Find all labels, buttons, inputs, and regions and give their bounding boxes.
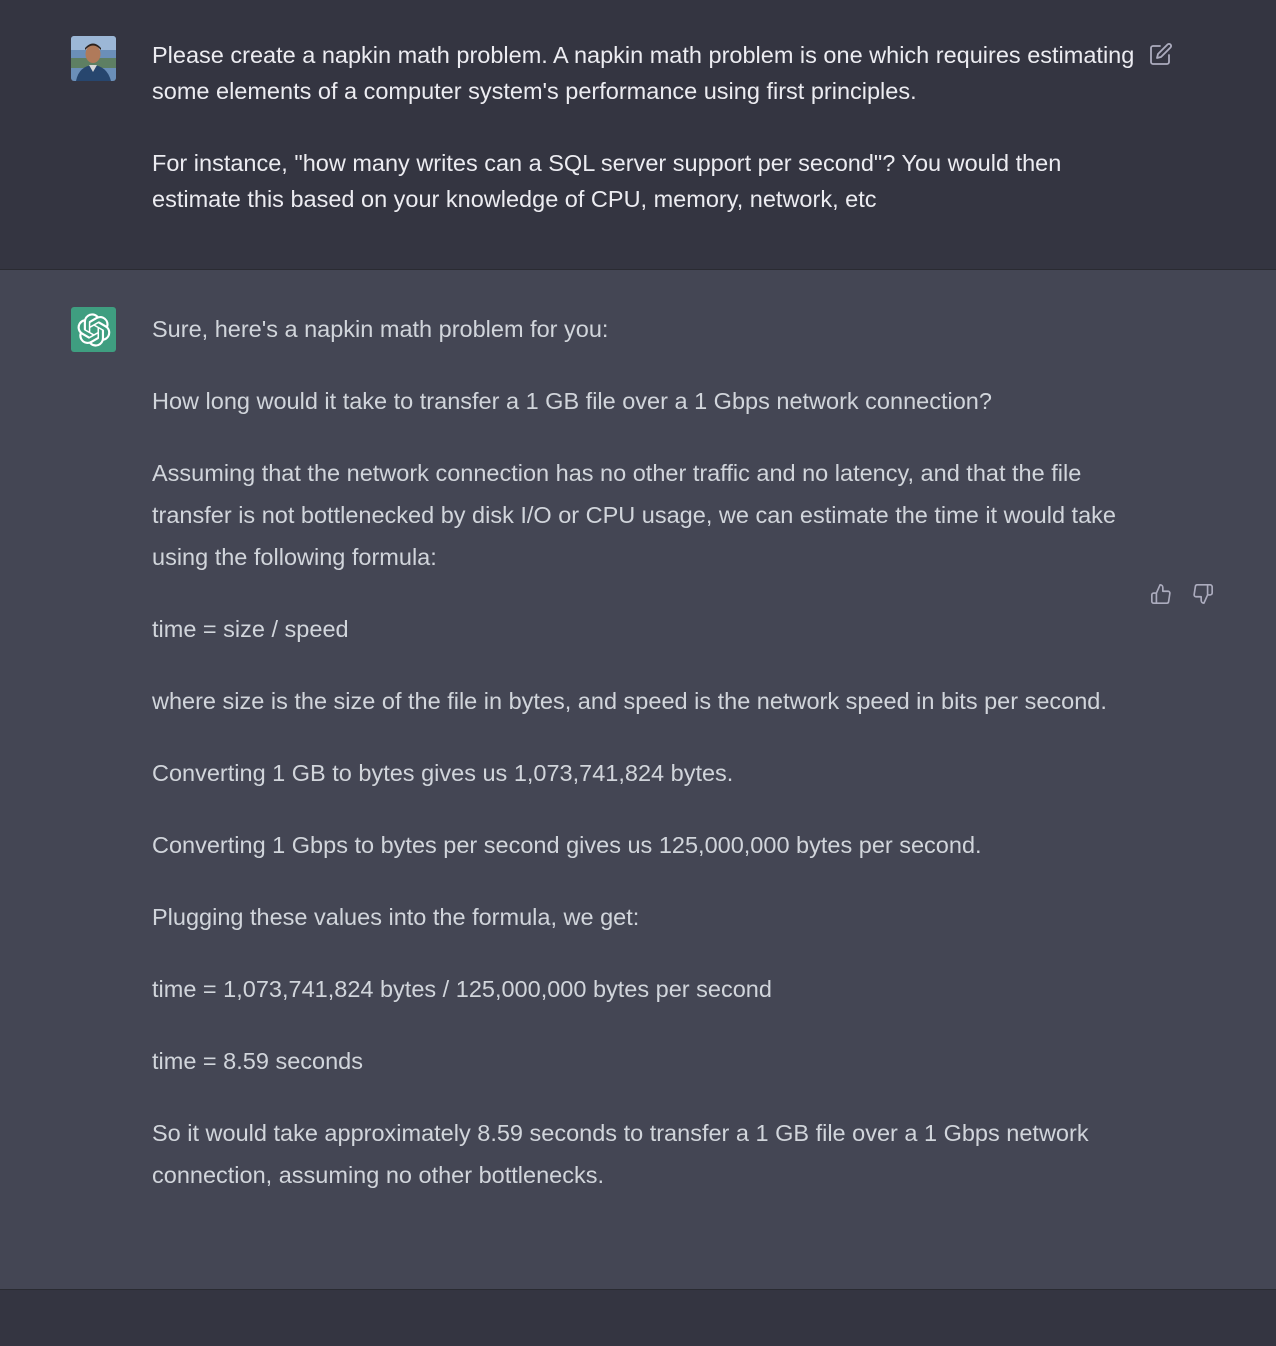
user-avatar <box>71 36 116 81</box>
user-paragraph: Please create a napkin math problem. A n… <box>152 42 1135 104</box>
assistant-paragraph: where size is the size of the file in by… <box>152 688 1107 714</box>
user-paragraph: For instance, "how many writes can a SQL… <box>152 150 1062 212</box>
edit-icon <box>1150 43 1172 65</box>
assistant-paragraph: So it would take approximately 8.59 seco… <box>152 1120 1089 1188</box>
conversation-bottom-spacer <box>0 1290 1276 1346</box>
thumbs-down-button[interactable] <box>1190 581 1216 607</box>
assistant-paragraph: time = 8.59 seconds <box>152 1048 363 1074</box>
user-message-text: Please create a napkin math problem. A n… <box>152 37 1142 253</box>
openai-logo-icon <box>77 312 110 347</box>
assistant-paragraph: Plugging these values into the formula, … <box>152 904 640 930</box>
edit-message-button[interactable] <box>1148 41 1174 67</box>
assistant-paragraph: time = size / speed <box>152 616 349 642</box>
assistant-paragraph: time = 1,073,741,824 bytes / 125,000,000… <box>152 976 772 1002</box>
assistant-paragraph: Converting 1 GB to bytes gives us 1,073,… <box>152 760 734 786</box>
assistant-paragraph: Sure, here's a napkin math problem for y… <box>152 316 609 342</box>
assistant-paragraph: Converting 1 Gbps to bytes per second gi… <box>152 832 982 858</box>
user-photo-avatar-icon <box>71 36 116 81</box>
user-message-row: Please create a napkin math problem. A n… <box>0 0 1276 270</box>
thumbs-up-button[interactable] <box>1148 581 1174 607</box>
assistant-paragraph: How long would it take to transfer a 1 G… <box>152 388 992 414</box>
assistant-message-text: Sure, here's a napkin math problem for y… <box>152 308 1142 1226</box>
thumbs-up-icon <box>1151 584 1171 604</box>
assistant-avatar <box>71 307 116 352</box>
assistant-paragraph: Assuming that the network connection has… <box>152 460 1116 570</box>
assistant-message-row: Sure, here's a napkin math problem for y… <box>0 270 1276 1290</box>
thumbs-down-icon <box>1193 584 1213 604</box>
